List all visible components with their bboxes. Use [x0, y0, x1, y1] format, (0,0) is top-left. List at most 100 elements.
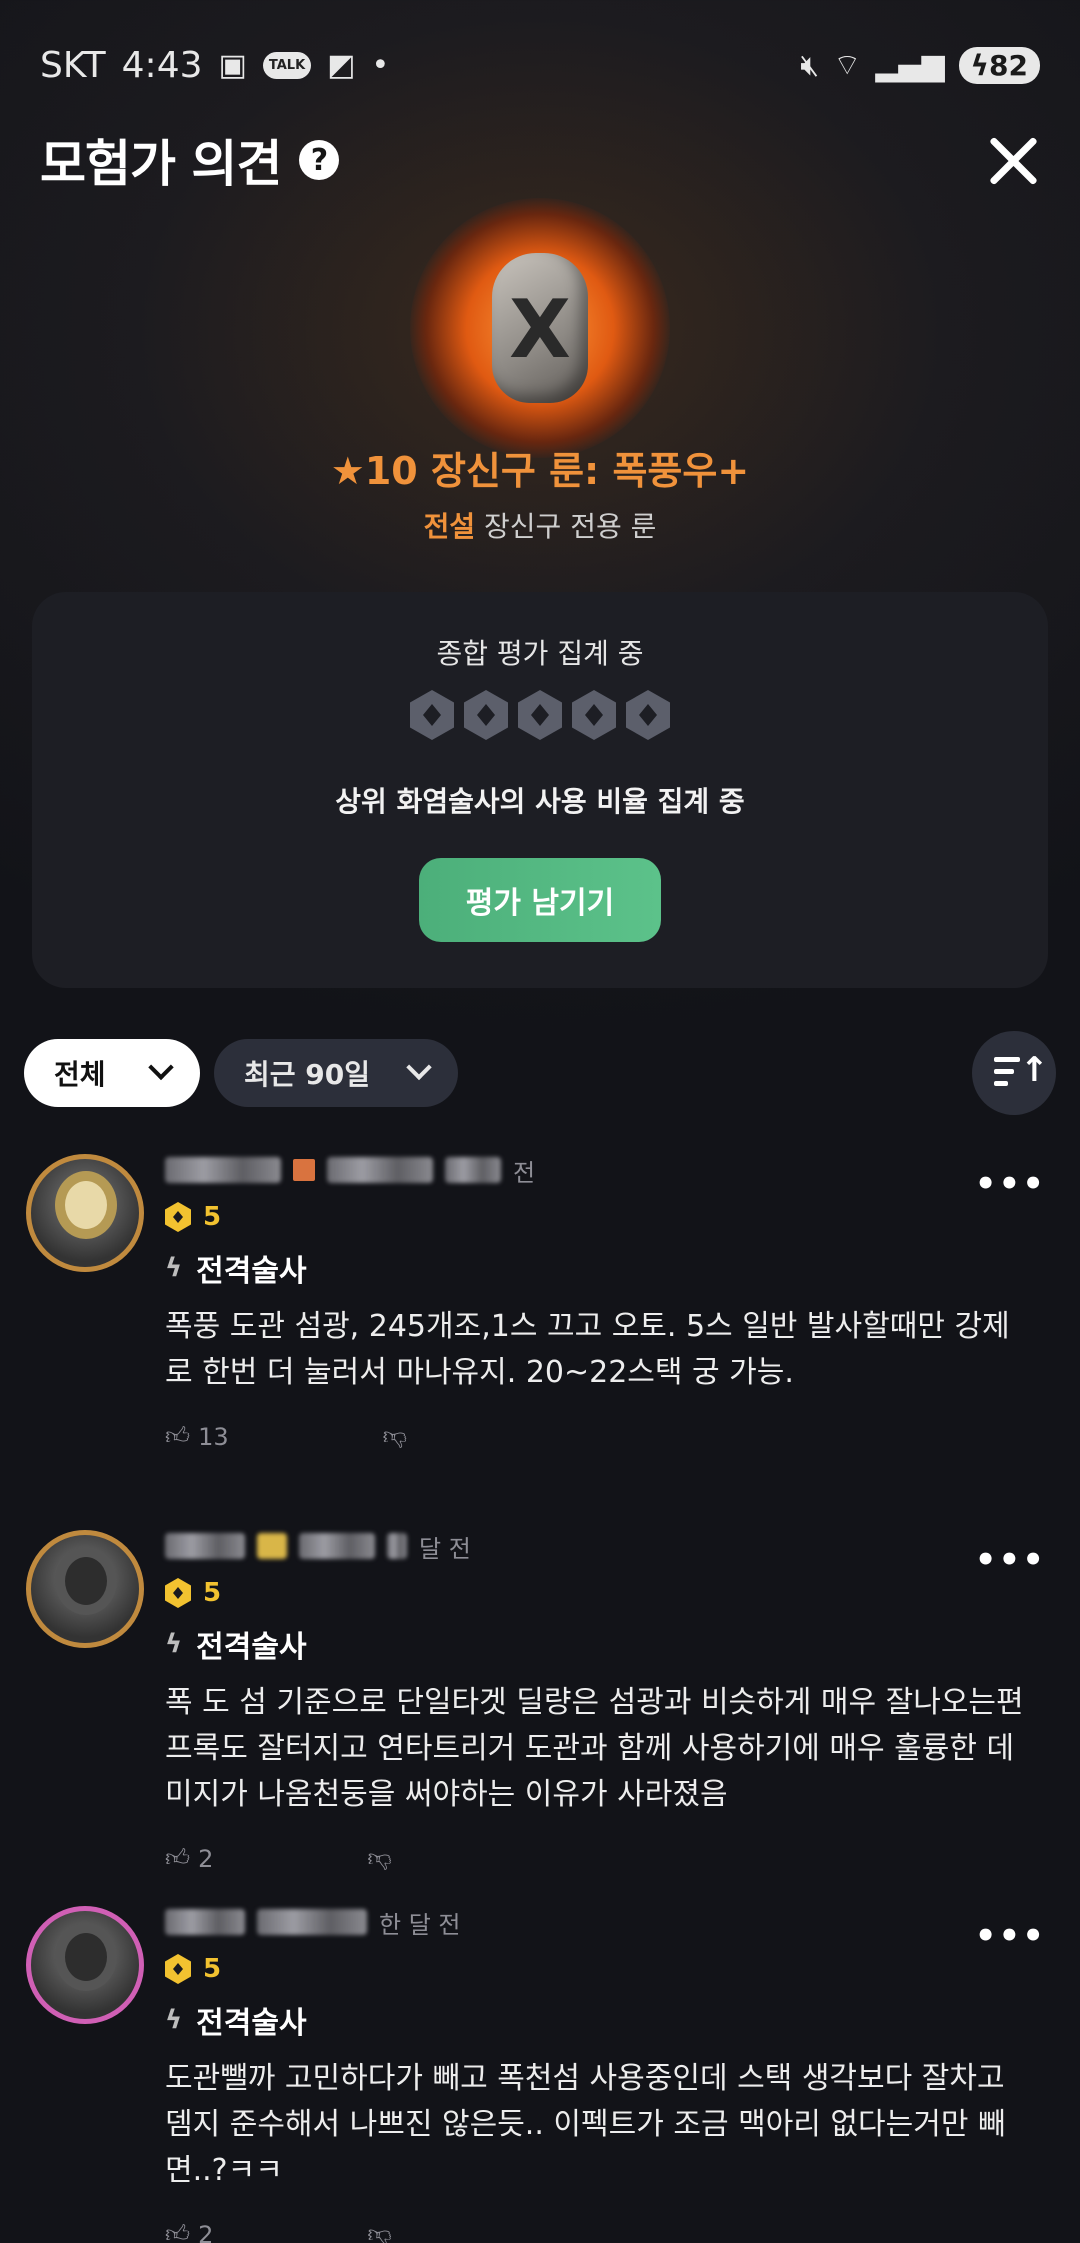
battery-indicator: ϟ82 [958, 46, 1040, 84]
avatar[interactable] [26, 1530, 144, 1648]
chevron-down-icon [406, 1054, 432, 1081]
like-button[interactable]: 👍︎ 13 [165, 1422, 229, 1451]
item-subtitle: 전설 장신구 전용 룬 [0, 505, 1080, 545]
blurred-guild [299, 1533, 375, 1559]
vote-row: 👍︎ 2 👎︎ [165, 1844, 1050, 1873]
thumbs-up-icon: 👍︎ [165, 1844, 191, 1872]
review-class: ϟ 전격술사 [165, 1622, 1050, 1666]
vote-row: 👍︎ 2 👎︎ [165, 2220, 1050, 2243]
class-name: 전격술사 [196, 2006, 307, 2041]
battery-level: 82 [989, 48, 1028, 82]
filter-bar: 전체 최근 90일 ↑ [24, 1031, 1056, 1115]
more-options-icon[interactable]: ••• [975, 1164, 1046, 1204]
avatar[interactable] [26, 1154, 144, 1272]
blurred-detail [445, 1157, 501, 1183]
chevron-down-icon [148, 1054, 174, 1081]
review-score: 5 [165, 1954, 1050, 1984]
review-time: 전 [513, 1158, 536, 1187]
screenshot-icon: ▣ [218, 47, 247, 83]
write-review-button[interactable]: 평가 남기기 [419, 858, 661, 942]
more-notifications-icon: • [371, 47, 390, 83]
summary-description: 상위 화염술사의 사용 비율 집계 중 [335, 785, 745, 818]
signal-icon: ▂▄▆ [875, 47, 945, 83]
vote-row: 👍︎ 13 👎︎ [165, 1422, 1050, 1451]
item-rarity: 전설 [423, 510, 476, 543]
like-count: 2 [198, 1844, 214, 1873]
page-title: 모험가 의견 [40, 135, 282, 193]
status-bar: SKT 4:43 ▣ TALK ◩ • 🔇︎ ⌔ ▂▄▆ ϟ82 [0, 0, 1080, 130]
rating-gem-icon [410, 690, 454, 740]
rune-image: X [410, 198, 670, 458]
dislike-button[interactable]: 👎︎ [383, 1422, 407, 1451]
review-item: 한 달 전 5 ϟ 전격술사 도관뺄까 고민하다가 빼고 폭천섬 사용중인데 스… [0, 1902, 1080, 2243]
lightning-class-icon: ϟ [165, 2005, 183, 2035]
score-gem-icon [165, 1954, 191, 1984]
rating-gem-icon [626, 690, 670, 740]
review-score: 5 [165, 1578, 1050, 1608]
like-button[interactable]: 👍︎ 2 [165, 2220, 213, 2243]
rating-gem-icon [572, 690, 616, 740]
more-options-icon[interactable]: ••• [975, 1540, 1046, 1580]
review-meta: 한 달 전 [165, 1902, 1050, 1942]
review-time: 한 달 전 [379, 1910, 461, 1939]
class-name: 전격술사 [196, 1630, 307, 1665]
score-value: 5 [203, 1954, 222, 1984]
review-text: 폭 도 섬 기준으로 단일타겟 딜량은 섬광과 비슷하게 매우 잘나오는편 프록… [165, 1685, 1024, 1812]
rating-placeholder-row [32, 690, 1048, 740]
lightning-class-icon: ϟ [165, 1629, 183, 1659]
help-icon[interactable]: ? [299, 140, 340, 180]
scope-filter-dropdown[interactable]: 전체 [24, 1039, 200, 1107]
rune-glyph: X [509, 283, 571, 376]
review-class: ϟ 전격술사 [165, 1246, 1050, 1290]
review-text: 도관뺄까 고민하다가 빼고 폭천섬 사용중인데 스택 생각보다 잘차고 뎀지 준… [165, 2061, 1006, 2188]
rune-stone: X [492, 253, 588, 403]
score-value: 5 [203, 1202, 222, 1232]
close-icon[interactable] [984, 132, 1040, 188]
review-time: 달 전 [419, 1534, 471, 1563]
dislike-button[interactable]: 👎︎ [367, 1844, 391, 1873]
like-count: 13 [198, 1422, 229, 1451]
blurred-username [165, 1157, 281, 1183]
more-options-icon[interactable]: ••• [975, 1916, 1046, 1956]
wifi-icon: ⌔ [833, 48, 862, 83]
guild-badge-icon [293, 1159, 315, 1181]
thumbs-up-icon: 👍︎ [165, 1422, 191, 1450]
avatar[interactable] [26, 1906, 144, 2024]
review-score: 5 [165, 1202, 1050, 1232]
blurred-guild [257, 1909, 367, 1935]
blurred-guild [327, 1157, 433, 1183]
kakaotalk-icon: TALK [262, 51, 312, 79]
blurred-username [165, 1533, 245, 1559]
class-name: 전격술사 [196, 1254, 307, 1289]
thumbs-up-icon: 👍︎ [165, 2220, 191, 2243]
arrow-up-icon: ↑ [1020, 1050, 1049, 1090]
clock: 4:43 [121, 44, 203, 86]
page-header: 모험가 의견 ? [40, 120, 1040, 200]
period-filter-label: 최근 90일 [244, 1058, 370, 1091]
lightning-class-icon: ϟ [165, 1253, 183, 1283]
blurred-detail [387, 1533, 407, 1559]
review-item: 달 전 5 ϟ 전격술사 폭 도 섬 기준으로 단일타겟 딜량은 섬광과 비슷하… [0, 1526, 1080, 1902]
summary-title: 종합 평가 집계 중 [436, 637, 644, 670]
note-icon: ◩ [327, 47, 356, 83]
review-class: ϟ 전격술사 [165, 1998, 1050, 2042]
mute-icon: 🔇︎ [800, 47, 820, 83]
review-item: 전 5 ϟ 전격술사 폭풍 도관 섬광, 245개조,1스 끄고 오토. 5스 … [0, 1150, 1080, 1526]
period-filter-dropdown[interactable]: 최근 90일 [214, 1039, 458, 1107]
dislike-button[interactable]: 👎︎ [367, 2220, 391, 2243]
review-list: 전 5 ϟ 전격술사 폭풍 도관 섬광, 245개조,1스 끄고 오토. 5스 … [0, 1150, 1080, 2243]
item-name: ★10 장신구 룬: 폭풍우+ [330, 449, 750, 493]
rating-gem-icon [464, 690, 508, 740]
rating-summary-card: 종합 평가 집계 중 상위 화염술사의 사용 비율 집계 중 평가 남기기 [32, 592, 1048, 988]
carrier-label: SKT [40, 44, 106, 86]
like-button[interactable]: 👍︎ 2 [165, 1844, 213, 1873]
like-count: 2 [198, 2220, 214, 2243]
guild-badge-icon [257, 1533, 287, 1559]
score-value: 5 [203, 1578, 222, 1608]
review-text: 폭풍 도관 섬광, 245개조,1스 끄고 오토. 5스 일반 발사할때만 강제… [165, 1309, 1010, 1390]
score-gem-icon [165, 1202, 191, 1232]
scope-filter-label: 전체 [54, 1058, 106, 1091]
review-meta: 전 [165, 1150, 1050, 1190]
review-meta: 달 전 [165, 1526, 1050, 1566]
sort-button[interactable]: ↑ [972, 1031, 1056, 1115]
